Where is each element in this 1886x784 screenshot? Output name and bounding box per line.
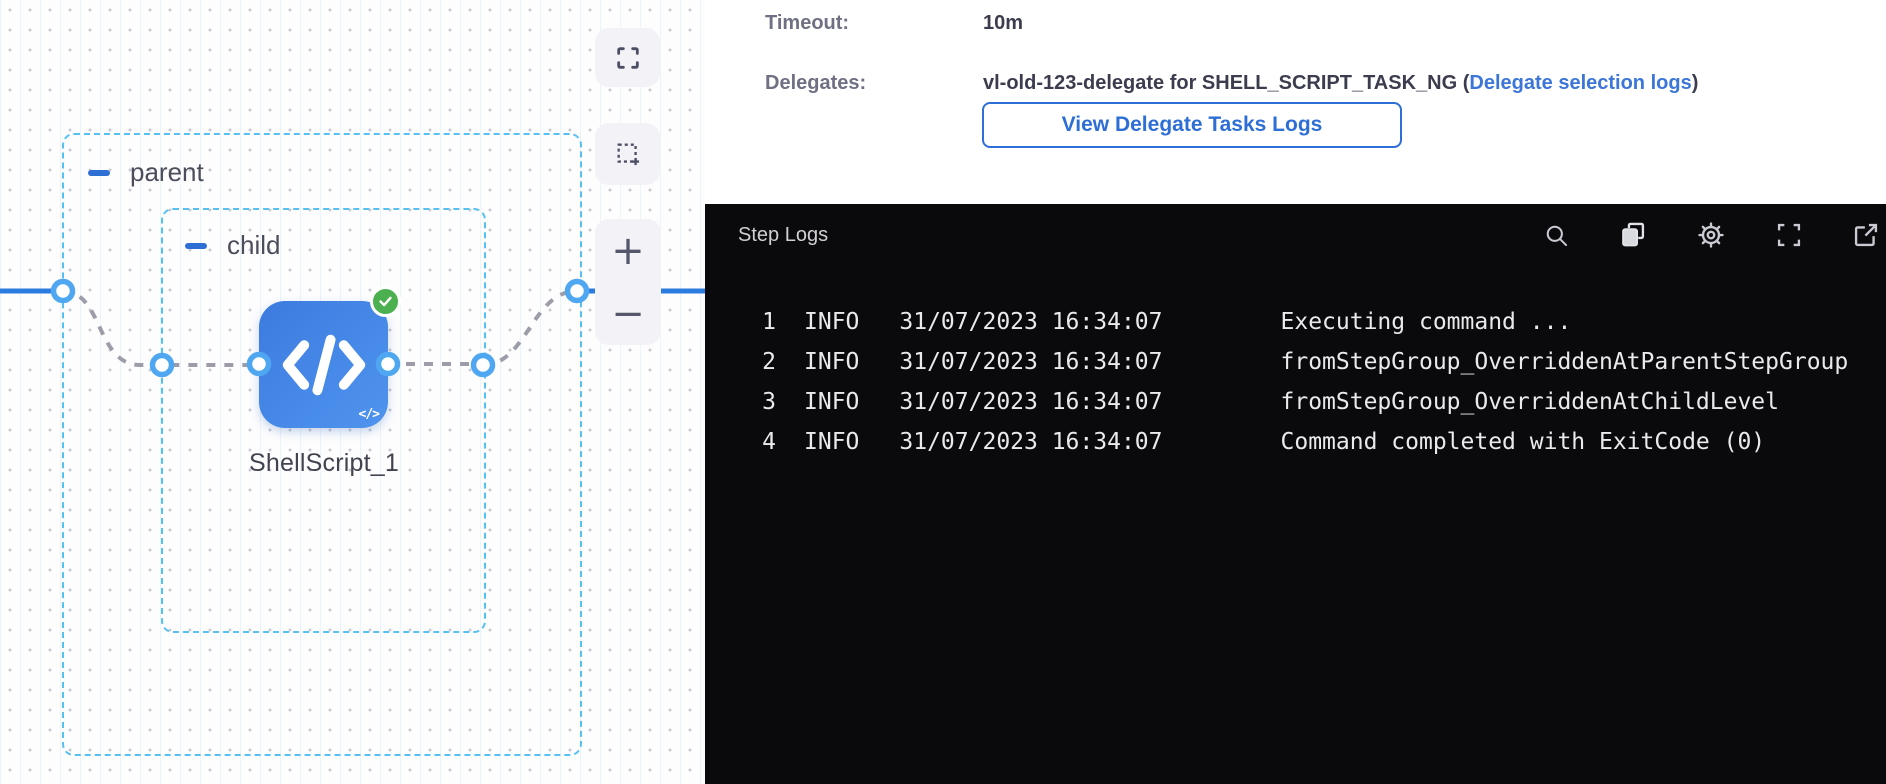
timeout-label: Timeout: — [765, 12, 849, 35]
step-node-label: ShellScript_1 — [199, 449, 449, 478]
log-row: 2 INFO 31/07/2023 16:34:07 fromStepGroup… — [705, 342, 1886, 382]
log-level: INFO — [804, 309, 859, 335]
log-line-number: 3 — [705, 389, 776, 415]
pipeline-canvas[interactable]: parent child </> — [0, 0, 706, 784]
log-level: INFO — [804, 349, 859, 375]
open-in-new-icon — [1852, 221, 1880, 249]
log-settings-button[interactable] — [1696, 220, 1726, 250]
view-delegate-tasks-logs-button[interactable]: View Delegate Tasks Logs — [982, 102, 1402, 148]
step-logs-header: Step Logs — [705, 204, 1886, 266]
step-success-badge — [370, 286, 401, 317]
log-message: fromStepGroup_OverriddenAtParentStepGrou… — [1281, 349, 1849, 375]
log-level: INFO — [804, 429, 859, 455]
marquee-select-icon — [614, 140, 642, 168]
log-search-button[interactable] — [1543, 222, 1570, 249]
step-details-panel: Timeout: 10m Delegates: vl-old-123-deleg… — [705, 0, 1886, 204]
search-icon — [1543, 222, 1570, 249]
shell-script-code-icon — [280, 333, 368, 397]
log-timestamp: 31/07/2023 16:34:07 — [899, 349, 1162, 375]
zoom-controls: + − — [595, 219, 661, 345]
log-open-in-new-button[interactable] — [1852, 221, 1880, 249]
log-message: Executing command ... — [1281, 309, 1572, 335]
copy-icon — [1619, 221, 1647, 249]
step-logs-title: Step Logs — [738, 224, 828, 247]
delegate-selection-logs-link[interactable]: Delegate selection logs — [1469, 72, 1691, 94]
delegates-value: vl-old-123-delegate for SHELL_SCRIPT_TAS… — [983, 72, 1698, 95]
delegates-label: Delegates: — [765, 72, 866, 95]
delegates-value-suffix: ) — [1692, 72, 1699, 94]
log-level: INFO — [804, 389, 859, 415]
step-group-child-header: child — [185, 230, 484, 261]
marquee-select-button[interactable] — [595, 123, 660, 185]
step-group-parent-header: parent — [88, 157, 580, 188]
timeout-value: 10m — [983, 12, 1023, 35]
canvas-fullscreen-icon — [614, 44, 642, 72]
delegate-name-text: vl-old-123-delegate for SHELL_SCRIPT_TAS… — [983, 72, 1469, 94]
step-logs-toolbar — [1543, 220, 1880, 250]
shell-script-mini-icon: </> — [359, 407, 379, 422]
log-timestamp: 31/07/2023 16:34:07 — [899, 389, 1162, 415]
parent-group-label: parent — [130, 157, 204, 188]
step-logs-console: Step Logs — [705, 204, 1886, 784]
log-line-number: 2 — [705, 349, 776, 375]
log-message: Command completed with ExitCode (0) — [1281, 429, 1766, 455]
log-copy-button[interactable] — [1619, 221, 1647, 249]
log-lines: 1 INFO 31/07/2023 16:34:07 Executing com… — [705, 266, 1886, 462]
log-line-number: 1 — [705, 309, 776, 335]
settings-gear-icon — [1696, 220, 1726, 250]
log-message: fromStepGroup_OverriddenAtChildLevel — [1281, 389, 1780, 415]
collapse-child-group-button[interactable] — [185, 243, 207, 249]
child-group-label: child — [227, 230, 280, 261]
log-timestamp: 31/07/2023 16:34:07 — [899, 429, 1162, 455]
check-icon — [377, 293, 394, 310]
log-row: 4 INFO 31/07/2023 16:34:07 Command compl… — [705, 422, 1886, 462]
collapse-parent-group-button[interactable] — [88, 170, 110, 176]
canvas-fullscreen-button[interactable] — [595, 28, 660, 87]
zoom-out-button[interactable]: − — [611, 291, 645, 337]
log-maximize-button[interactable] — [1775, 221, 1803, 249]
log-line-number: 4 — [705, 429, 776, 455]
log-row: 1 INFO 31/07/2023 16:34:07 Executing com… — [705, 302, 1886, 342]
log-row: 3 INFO 31/07/2023 16:34:07 fromStepGroup… — [705, 382, 1886, 422]
zoom-in-button[interactable]: + — [611, 228, 645, 274]
pipeline-execution-page: parent child </> — [0, 0, 1886, 784]
shellscript-step-node[interactable]: </> — [259, 301, 388, 428]
maximize-icon — [1775, 221, 1803, 249]
log-timestamp: 31/07/2023 16:34:07 — [899, 309, 1162, 335]
